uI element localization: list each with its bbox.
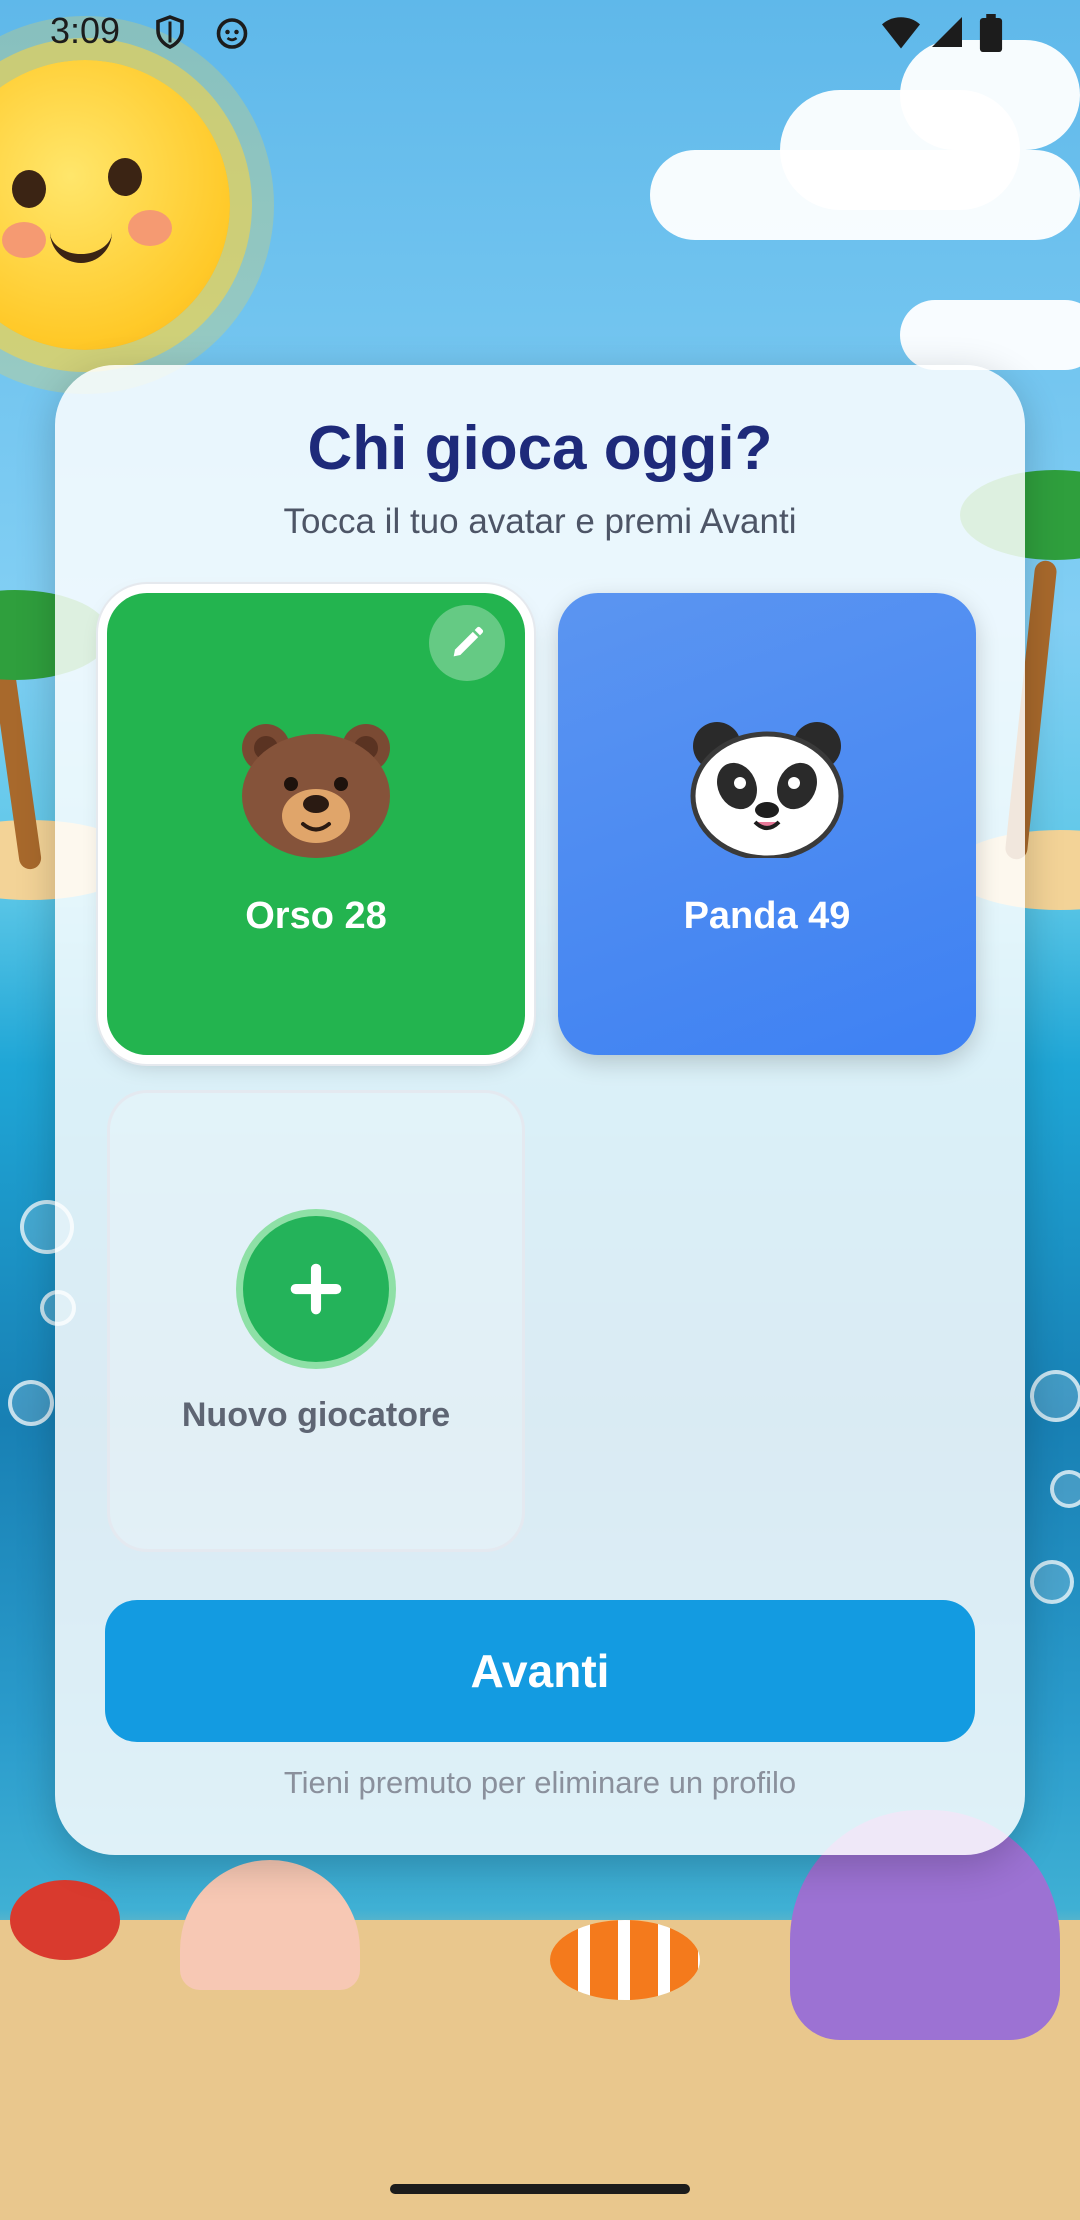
edit-profile-button[interactable] — [429, 605, 505, 681]
profile-selection-card: Chi gioca oggi? Tocca il tuo avatar e pr… — [55, 365, 1025, 1855]
profile-name: Panda 49 — [683, 895, 851, 937]
profile-name: Orso 28 — [245, 895, 387, 937]
bubble — [1030, 1560, 1074, 1604]
page-subtitle: Tocca il tuo avatar e premi Avanti — [283, 502, 797, 541]
next-button[interactable]: Avanti — [105, 1600, 975, 1742]
bubble — [1050, 1470, 1080, 1508]
home-indicator[interactable] — [390, 2184, 690, 2194]
page-title: Chi gioca oggi? — [307, 414, 773, 483]
panda-icon — [690, 722, 844, 858]
new-player-label: Nuovo giocatore — [181, 1396, 451, 1434]
delete-hint: Tieni premuto per eliminare un profilo — [283, 1765, 797, 1800]
face-icon — [216, 18, 248, 49]
crab-illustration — [10, 1880, 120, 1960]
status-time: 3:09 — [50, 10, 121, 51]
bear-icon — [242, 724, 390, 858]
battery-icon — [979, 14, 1003, 52]
bubble — [8, 1380, 54, 1426]
clownfish-illustration — [550, 1920, 700, 2000]
status-bar: 3:09 — [0, 0, 1080, 66]
add-player-circle — [243, 1216, 389, 1362]
signal-icon — [932, 17, 962, 47]
profile-card-panda[interactable]: Panda 49 — [558, 593, 976, 1055]
new-player-button[interactable]: Nuovo giocatore — [107, 1090, 525, 1552]
plus-icon — [290, 1263, 342, 1315]
shield-icon — [156, 15, 184, 49]
profile-card-orso[interactable]: Orso 28 — [107, 593, 525, 1055]
shell-illustration — [180, 1860, 360, 1990]
bubble — [1030, 1370, 1080, 1422]
pencil-icon — [453, 626, 484, 657]
sun-illustration — [0, 60, 230, 350]
wifi-icon — [882, 17, 920, 49]
cloud-illustration — [900, 300, 1080, 370]
